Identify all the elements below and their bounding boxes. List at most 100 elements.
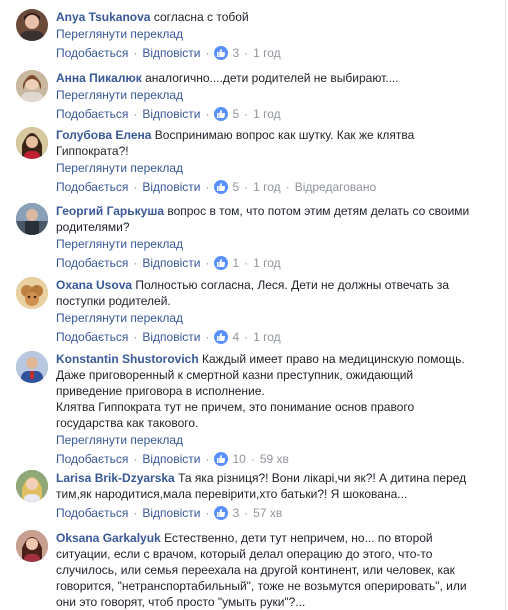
comment-text-line: ситуации, если с врачом, который делал о… [56, 547, 433, 561]
like-button[interactable]: Подобається [56, 255, 128, 271]
separator: · [205, 256, 210, 270]
avatar[interactable] [16, 70, 48, 102]
see-translation-link[interactable]: Переглянути переклад [56, 236, 496, 252]
like-count[interactable]: 1 [232, 255, 239, 271]
comment-text-line: Клятва Гиппократа тут не причем, это пон… [56, 400, 415, 414]
see-translation-link[interactable]: Переглянути переклад [56, 87, 496, 103]
separator: · [205, 107, 210, 121]
like-button[interactable]: Подобається [56, 329, 128, 345]
avatar-image [16, 277, 48, 309]
comment-text-line: государства как такового. [56, 416, 199, 430]
comment-author[interactable]: Георгий Гарькуша [56, 204, 164, 218]
avatar[interactable] [16, 9, 48, 41]
timestamp[interactable]: 1 год [253, 45, 281, 61]
thumbs-up-icon [214, 256, 229, 270]
comment-text-line: Гиппократа?! [56, 144, 129, 158]
comment-text: аналогично....дети родителей не выбирают… [145, 71, 399, 85]
comment-text: Та яка різниця?! Вони лікарі,чи як?! А д… [178, 471, 467, 485]
like-count[interactable]: 3 [232, 505, 239, 521]
thumbs-up-icon [214, 180, 229, 194]
reply-button[interactable]: Відповісти [142, 106, 200, 122]
separator: · [133, 46, 138, 60]
comment-text-line: поступки родителей. [56, 294, 171, 308]
separator: · [285, 180, 290, 194]
thumbs-up-icon [214, 506, 229, 520]
comment-text-line: Даже приговоренный к смертной казни прес… [56, 368, 414, 382]
avatar[interactable] [16, 203, 48, 235]
thumbs-up-icon [214, 452, 229, 466]
like-button[interactable]: Подобається [56, 505, 128, 521]
thumbs-up-icon [214, 330, 229, 344]
reply-button[interactable]: Відповісти [142, 255, 200, 271]
comment-text-line: родителями? [56, 220, 130, 234]
like-count[interactable]: 3 [232, 45, 239, 61]
timestamp[interactable]: 1 год [253, 106, 281, 122]
comment-text: согласна с тобой [153, 10, 249, 24]
avatar[interactable] [16, 277, 48, 309]
separator: · [244, 107, 249, 121]
separator: · [133, 107, 138, 121]
see-translation-link[interactable]: Переглянути переклад [56, 26, 496, 42]
avatar-image [16, 470, 48, 502]
comment-text-line: говорится, "нетранспортабильный", тоже н… [56, 579, 467, 593]
like-count[interactable]: 5 [232, 106, 239, 122]
avatar-image [20, 13, 44, 41]
separator: · [205, 330, 210, 344]
timestamp[interactable]: 57 хв [253, 505, 282, 521]
comment-text-line: они это говорят, чтоб просто "умыть руки… [56, 595, 306, 609]
comment-text-line: случилось, или семья переехала на другой… [56, 563, 455, 577]
like-count[interactable]: 5 [232, 179, 239, 195]
avatar[interactable] [16, 127, 48, 159]
comment-author[interactable]: Konstantin Shustorovich [56, 352, 199, 366]
separator: · [250, 452, 255, 466]
comment-text-line: приведение приговора в исполнение. [56, 384, 265, 398]
comment-text: Полностью согласна, Леся. Дети не должны… [135, 278, 450, 292]
see-translation-link[interactable]: Переглянути переклад [56, 432, 496, 448]
avatar-image [16, 127, 48, 159]
see-translation-link[interactable]: Переглянути переклад [56, 310, 496, 326]
like-button[interactable]: Подобається [56, 45, 128, 61]
timestamp[interactable]: 1 год [253, 255, 281, 271]
separator: · [205, 46, 210, 60]
comment-text: Воспринимаю вопрос как шутку. Как же кля… [154, 128, 415, 142]
reply-button[interactable]: Відповісти [142, 505, 200, 521]
see-translation-link[interactable]: Переглянути переклад [56, 160, 496, 176]
separator: · [133, 180, 138, 194]
comment-thread: Anya Tsukanova согласна с тобой Переглян… [0, 0, 506, 610]
timestamp[interactable]: 1 год [253, 329, 281, 345]
edited-label[interactable]: Відредаговано [295, 179, 376, 195]
like-button[interactable]: Подобається [56, 451, 128, 467]
comment-author[interactable]: Анна Пикалюк [56, 71, 142, 85]
separator: · [133, 330, 138, 344]
separator: · [244, 180, 249, 194]
comment-text: Естественно, дети тут непричем, но... по… [164, 531, 433, 545]
timestamp[interactable]: 59 хв [260, 451, 289, 467]
comment-text: Каждый имеет право на медицинскую помощь… [202, 352, 465, 366]
comment-author[interactable]: Larisa Brik-Dzyarska [56, 471, 175, 485]
thumbs-up-icon [214, 107, 229, 121]
reply-button[interactable]: Відповісти [142, 451, 200, 467]
like-button[interactable]: Подобається [56, 179, 128, 195]
like-count[interactable]: 10 [232, 451, 245, 467]
comment-author[interactable]: Oxana Usova [56, 278, 132, 292]
comment-author[interactable]: Anya Tsukanova [56, 10, 150, 24]
avatar[interactable] [16, 351, 48, 383]
timestamp[interactable]: 1 год [253, 179, 281, 195]
separator: · [244, 506, 249, 520]
like-button[interactable]: Подобається [56, 106, 128, 122]
comment-text: вопрос в том, что потом этим детям делат… [167, 204, 470, 218]
separator: · [244, 330, 249, 344]
comment-author[interactable]: Oksana Garkalyuk [56, 531, 161, 545]
reply-button[interactable]: Відповісти [142, 45, 200, 61]
reply-button[interactable]: Відповісти [142, 179, 200, 195]
separator: · [244, 256, 249, 270]
reply-button[interactable]: Відповісти [142, 329, 200, 345]
avatar-image [16, 203, 48, 235]
avatar[interactable] [16, 530, 48, 562]
avatar[interactable] [16, 470, 48, 502]
separator: · [205, 506, 210, 520]
separator: · [205, 452, 210, 466]
like-count[interactable]: 4 [232, 329, 239, 345]
comment-text-line: тим,як народитися,мала перевірити,хто ба… [56, 487, 408, 501]
comment-author[interactable]: Голубова Елена [56, 128, 151, 142]
